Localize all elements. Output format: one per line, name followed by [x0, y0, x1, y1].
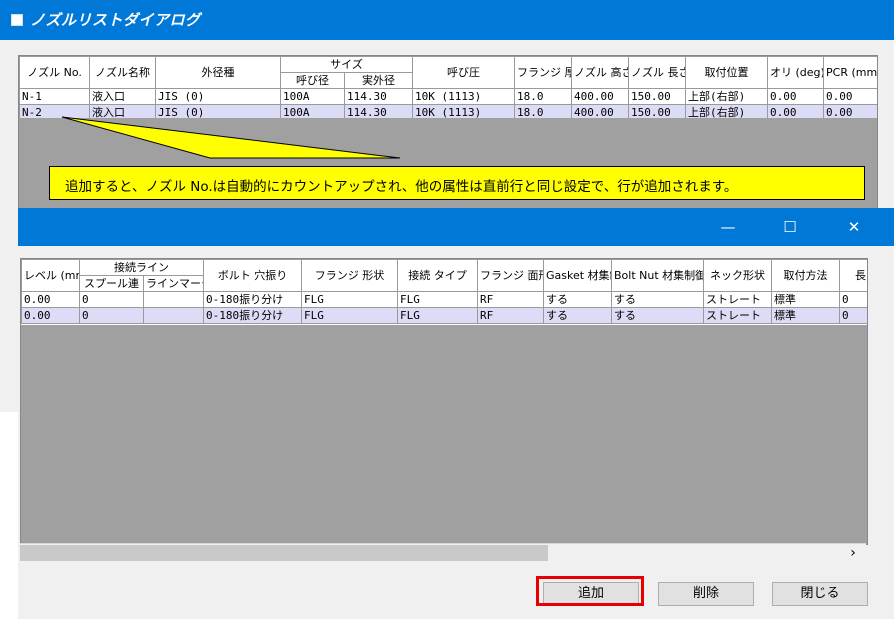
cell[interactable]: ストレート	[703, 307, 772, 324]
col-flange-face[interactable]: フランジ 面形式	[477, 259, 544, 292]
col-neck-shape[interactable]: ネック形状	[703, 259, 772, 292]
cell[interactable]: FLG	[397, 307, 478, 324]
scrollbar-thumb[interactable]	[20, 545, 548, 561]
cell[interactable]: する	[543, 291, 612, 308]
table-row-selected[interactable]: 0.00 0 0-180振り分け FLG FLG RF する する ストレート …	[21, 307, 867, 324]
cell[interactable]: 0-180振り分け	[203, 307, 302, 324]
cell[interactable]	[143, 291, 204, 308]
minimize-icon[interactable]: —	[718, 218, 738, 236]
col-line-mark[interactable]: ラインマーク	[143, 275, 204, 292]
cell[interactable]: する	[543, 307, 612, 324]
col-gasket-control[interactable]: Gasket 材集制御	[543, 259, 612, 292]
col-connection-line[interactable]: 接続ライン	[79, 259, 204, 276]
cell[interactable]: 0.00	[21, 307, 80, 324]
close-icon[interactable]: ✕	[844, 218, 864, 236]
callout-text: 追加すると、ノズル No.は自動的にカウントアップされ、他の属性は直前行と同じ設…	[65, 179, 738, 195]
cell[interactable]: 0	[839, 291, 867, 308]
add-button-highlight	[536, 576, 644, 606]
cell[interactable]: 0.00	[21, 291, 80, 308]
table-row[interactable]: 0.00 0 0-180振り分け FLG FLG RF する する ストレート …	[21, 291, 867, 308]
col-flange-shape[interactable]: フランジ 形状	[301, 259, 398, 292]
delete-button[interactable]: 削除	[658, 582, 754, 606]
maximize-icon[interactable]: ☐	[780, 218, 800, 236]
cell[interactable]: RF	[477, 307, 544, 324]
col-bolt-hole[interactable]: ボルト 穴振り	[203, 259, 302, 292]
col-boltnut-control[interactable]: Bolt Nut 材集制御	[611, 259, 704, 292]
window2-titlebar[interactable]: — ☐ ✕	[18, 208, 894, 246]
col-length[interactable]: 長	[839, 259, 867, 292]
cell[interactable]: する	[611, 291, 704, 308]
col-level[interactable]: レベル (mm)	[21, 259, 80, 292]
cell[interactable]: RF	[477, 291, 544, 308]
cell[interactable]: 標準	[771, 307, 840, 324]
cell[interactable]: 0	[839, 307, 867, 324]
close-button[interactable]: 閉じる	[772, 582, 868, 606]
cell[interactable]: FLG	[301, 291, 398, 308]
cell[interactable]: FLG	[397, 291, 478, 308]
cell[interactable]: 0-180振り分け	[203, 291, 302, 308]
scroll-right-icon[interactable]: ›	[842, 543, 864, 563]
col-connection-type[interactable]: 接続 タイプ	[397, 259, 478, 292]
cell[interactable]	[143, 307, 204, 324]
col-spool-link[interactable]: スプール連	[79, 275, 144, 292]
cell[interactable]: 0	[79, 291, 144, 308]
cell[interactable]: ストレート	[703, 291, 772, 308]
cell[interactable]: 標準	[771, 291, 840, 308]
attribute-grid[interactable]: レベル (mm) 接続ライン ボルト 穴振り フランジ 形状 接続 タイプ フラ…	[20, 258, 868, 545]
col-mount-method[interactable]: 取付方法	[771, 259, 840, 292]
cell[interactable]: する	[611, 307, 704, 324]
cell[interactable]: 0	[79, 307, 144, 324]
cell[interactable]: FLG	[301, 307, 398, 324]
grid-empty-area	[21, 325, 867, 544]
